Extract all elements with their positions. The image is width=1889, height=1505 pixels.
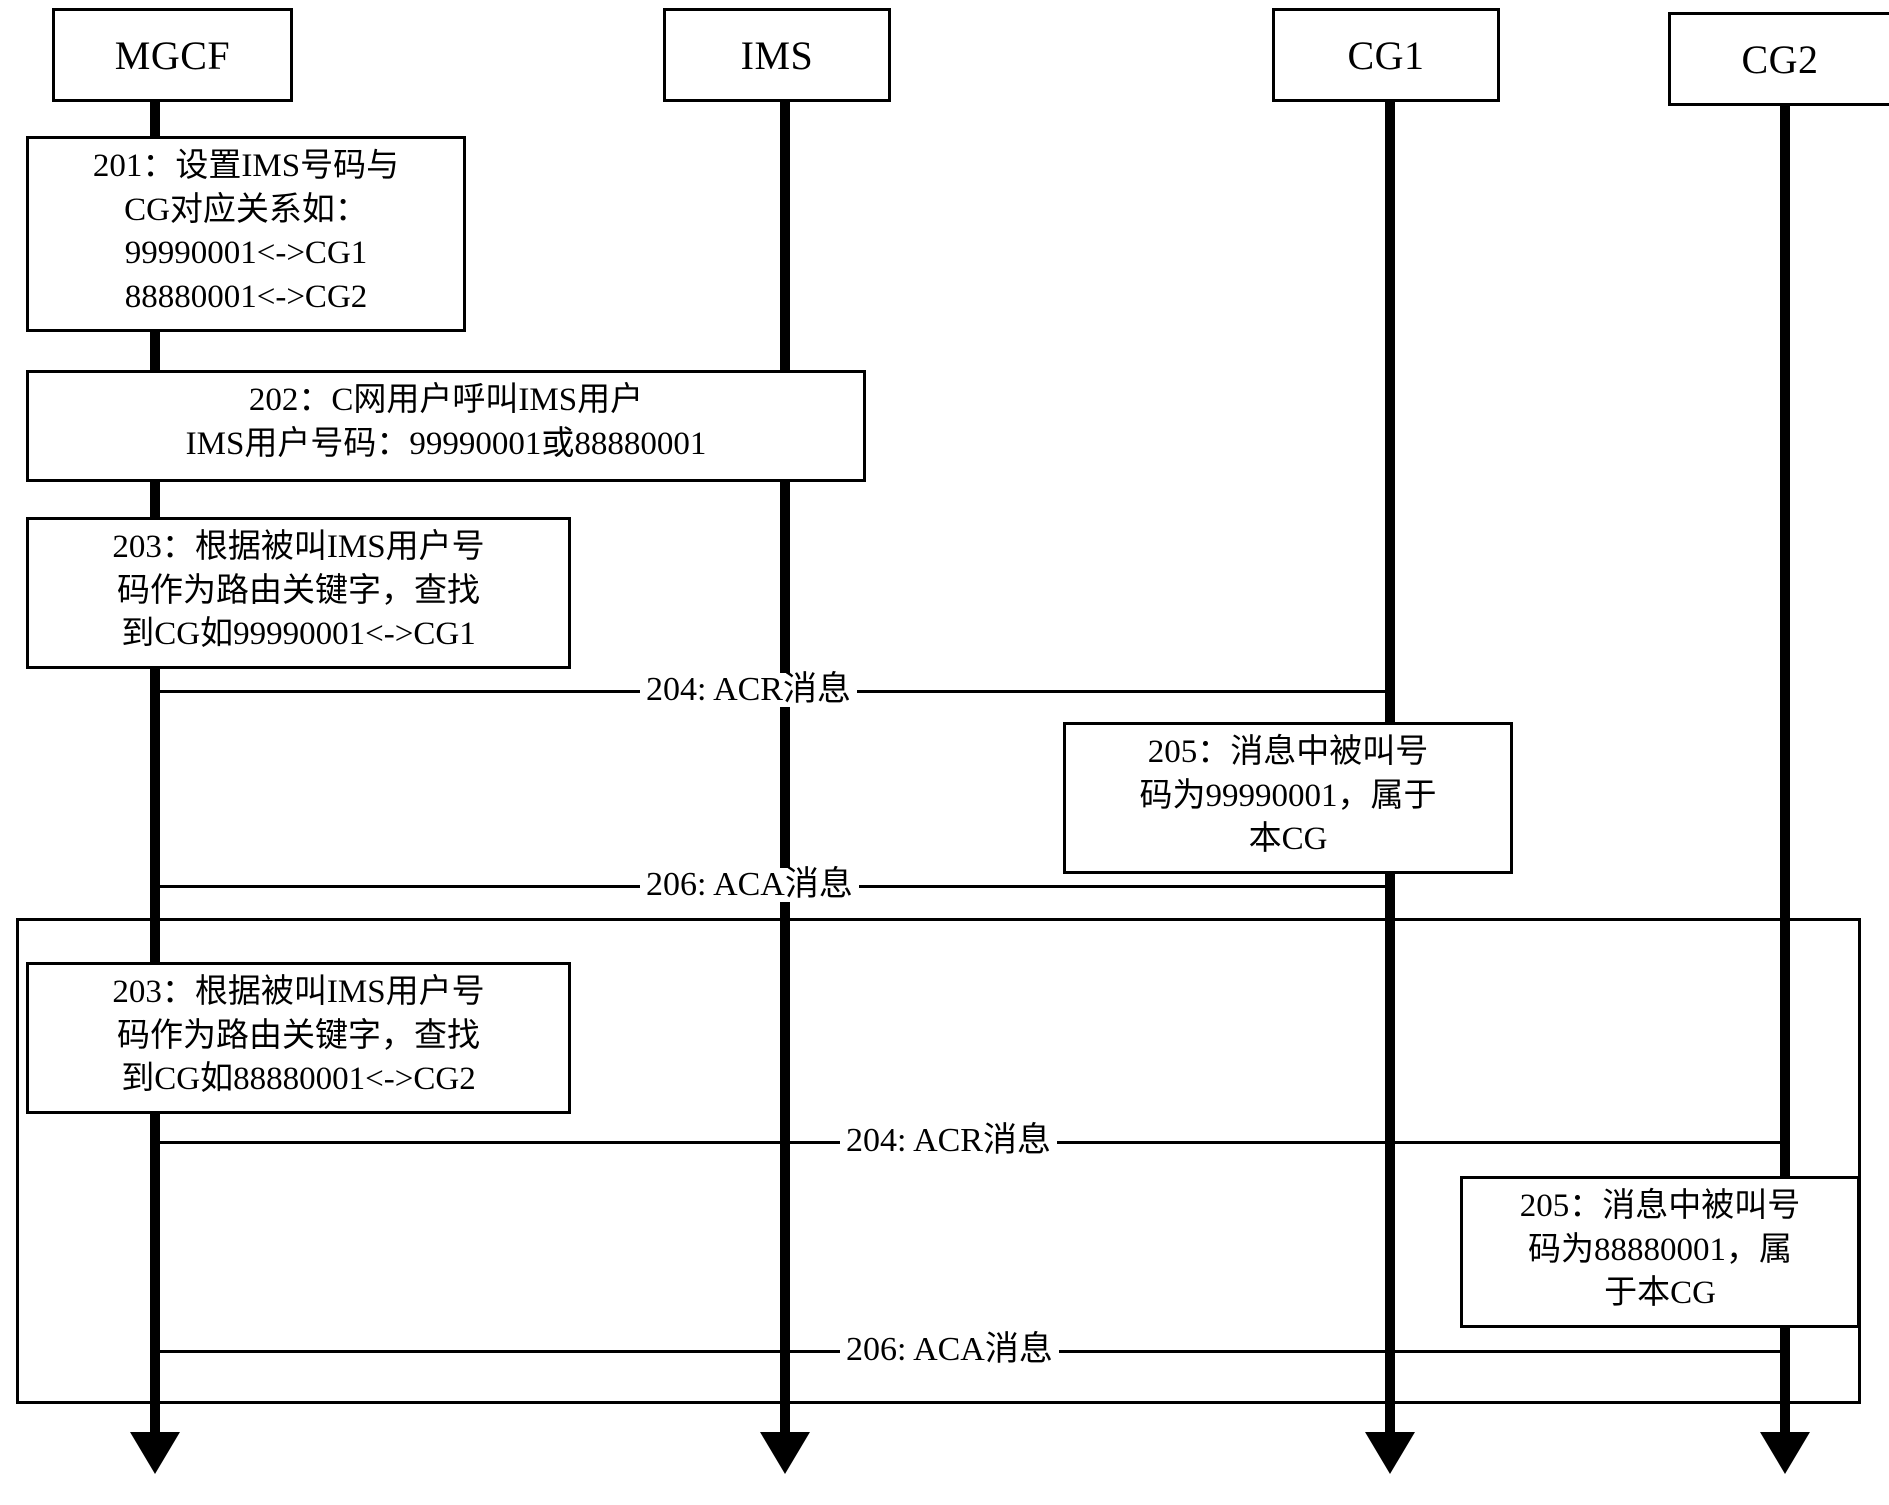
lifeline-label-mgcf: MGCF bbox=[114, 32, 231, 78]
lifeline-label-cg2: CG2 bbox=[1741, 36, 1819, 82]
lifeline-head-ims[interactable]: IMS bbox=[663, 8, 891, 102]
note-203-second-line-1: 203：根据被叫IMS用户号 bbox=[112, 974, 485, 1010]
note-205-cg2-line-3: 于本CG bbox=[1604, 1275, 1716, 1312]
lifeline-label-cg1: CG1 bbox=[1347, 32, 1425, 78]
lifeline-arrow-cg1 bbox=[1365, 1432, 1415, 1474]
sequence-diagram-canvas: MGCF IMS CG1 CG2 201：设置IMS号码与 CG对应关系如： 9… bbox=[0, 0, 1889, 1505]
lifeline-arrow-mgcf bbox=[130, 1432, 180, 1474]
note-203-first[interactable]: 203：根据被叫IMS用户号 码作为路由关键字，查找 到CG如99990001<… bbox=[26, 517, 571, 669]
note-201-line-4: 88880001<->CG2 bbox=[124, 278, 368, 315]
note-203-second-line-2: 码作为路由关键字，查找 bbox=[117, 1017, 480, 1054]
note-205-cg1-line-2: 码为99990001，属于 bbox=[1139, 777, 1437, 814]
note-203-first-line-1: 203：根据被叫IMS用户号 bbox=[112, 529, 485, 565]
note-205-cg1-line-1: 205：消息中被叫号 bbox=[1147, 734, 1429, 770]
message-label-206-first[interactable]: 206: ACA消息 bbox=[640, 868, 859, 902]
message-label-204-second[interactable]: 204: ACR消息 bbox=[840, 1124, 1057, 1158]
note-203-second[interactable]: 203：根据被叫IMS用户号 码作为路由关键字，查找 到CG如88880001<… bbox=[26, 962, 571, 1114]
note-205-cg1-line-3: 本CG bbox=[1248, 821, 1328, 858]
lifeline-head-cg2[interactable]: CG2 bbox=[1668, 12, 1889, 106]
lifeline-arrow-cg2 bbox=[1760, 1432, 1810, 1474]
note-202-line-1: 202：C网用户呼叫IMS用户 bbox=[248, 382, 644, 418]
message-label-206-second[interactable]: 206: ACA消息 bbox=[840, 1333, 1059, 1367]
lifeline-label-ims: IMS bbox=[740, 32, 814, 78]
note-201-line-2: CG对应关系如： bbox=[124, 191, 368, 228]
note-205-cg2-line-1: 205：消息中被叫号 bbox=[1519, 1188, 1801, 1224]
message-label-204-first[interactable]: 204: ACR消息 bbox=[640, 673, 857, 707]
lifeline-head-mgcf[interactable]: MGCF bbox=[52, 8, 293, 102]
note-205-cg2-line-2: 码为88880001，属 bbox=[1528, 1231, 1792, 1268]
lifeline-head-cg1[interactable]: CG1 bbox=[1272, 8, 1500, 102]
note-201-line-1: 201：设置IMS号码与 bbox=[92, 148, 400, 184]
note-201-line-3: 99990001<->CG1 bbox=[124, 235, 368, 272]
note-202[interactable]: 202：C网用户呼叫IMS用户 IMS用户号码：99990001或8888000… bbox=[26, 370, 866, 482]
note-201[interactable]: 201：设置IMS号码与 CG对应关系如： 99990001<->CG1 888… bbox=[26, 136, 466, 332]
note-205-cg2[interactable]: 205：消息中被叫号 码为88880001，属 于本CG bbox=[1460, 1176, 1860, 1328]
note-203-second-line-3: 到CG如88880001<->CG2 bbox=[121, 1061, 476, 1098]
note-205-cg1[interactable]: 205：消息中被叫号 码为99990001，属于 本CG bbox=[1063, 722, 1513, 874]
note-203-first-line-3: 到CG如99990001<->CG1 bbox=[121, 616, 476, 653]
note-202-line-2: IMS用户号码：99990001或88880001 bbox=[185, 425, 707, 462]
note-203-first-line-2: 码作为路由关键字，查找 bbox=[117, 572, 480, 609]
lifeline-arrow-ims bbox=[760, 1432, 810, 1474]
